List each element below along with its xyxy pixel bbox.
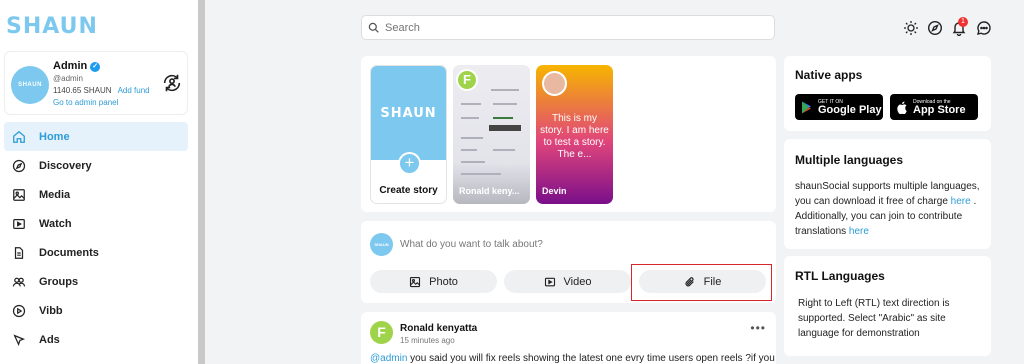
- brand-logo[interactable]: SHAUN: [6, 14, 98, 39]
- composer-prompt[interactable]: What do you want to talk about?: [400, 239, 543, 250]
- post-time[interactable]: 15 minutes ago: [400, 336, 455, 345]
- photo-label: Photo: [429, 275, 458, 288]
- native-apps-title: Native apps: [795, 68, 863, 82]
- balance-value: 1140.65 SHAUN: [53, 86, 112, 95]
- languages-title: Multiple languages: [795, 153, 904, 167]
- sidebar-item-label: Watch: [39, 217, 72, 230]
- sidebar-item-home[interactable]: Home: [4, 122, 188, 151]
- video-label: Video: [563, 275, 592, 288]
- rtl-card: RTL Languages Right to Left (RTL) text d…: [784, 256, 991, 356]
- feed-post: F Ronald kenyatta 15 minutes ago ••• @ad…: [361, 312, 776, 364]
- languages-text: shaunSocial supports multiple languages,…: [795, 179, 982, 239]
- post-body: you said you will fix reels showing the …: [407, 353, 775, 364]
- file-button-highlight: [631, 264, 772, 301]
- search-bar[interactable]: [361, 15, 775, 40]
- story-ronald[interactable]: F Ronald keny...: [453, 65, 530, 204]
- sidebar-nav: Home Discovery Media Watch Documents Gro…: [4, 122, 188, 354]
- home-icon: [13, 130, 25, 143]
- sidebar: SHAUN SHAUN Admin ✓ @admin 1140.65 SHAUN A…: [0, 0, 198, 364]
- create-story-logo: SHAUN: [371, 66, 446, 160]
- apple-icon: [897, 100, 907, 114]
- profile-card: SHAUN Admin ✓ @admin 1140.65 SHAUN Add fun…: [4, 51, 188, 115]
- post-avatar[interactable]: F: [370, 321, 393, 344]
- sidebar-item-label: Home: [39, 130, 70, 143]
- post-mention[interactable]: @admin: [370, 353, 407, 364]
- app-store-button[interactable]: Download on the App Store: [890, 94, 978, 120]
- sun-icon[interactable]: [903, 20, 919, 36]
- groups-icon: [12, 277, 26, 287]
- document-icon: [14, 246, 24, 259]
- post-text: @admin you said you will fix reels showi…: [370, 353, 775, 364]
- photo-button[interactable]: Photo: [370, 270, 497, 293]
- notification-badge: 1: [958, 17, 968, 27]
- sidebar-item-discovery[interactable]: Discovery: [4, 151, 188, 180]
- avatar: SHAUN: [370, 233, 393, 256]
- video-icon: [544, 277, 555, 286]
- video-button[interactable]: Video: [504, 270, 631, 293]
- native-apps-card: Native apps GET IT ON Google Play Downloa…: [784, 56, 991, 131]
- image-icon: [410, 276, 421, 287]
- sidebar-item-watch[interactable]: Watch: [4, 209, 188, 238]
- create-story-card[interactable]: SHAUN + Create story: [370, 65, 447, 204]
- sidebar-item-ads[interactable]: Ads: [4, 325, 188, 354]
- translate-here-link[interactable]: here: [849, 226, 869, 237]
- plus-icon[interactable]: +: [398, 152, 421, 175]
- sidebar-item-label: Documents: [39, 246, 99, 259]
- story-devin[interactable]: This is my story. I am here to test a st…: [536, 65, 613, 204]
- rtl-text: Right to Left (RTL) text direction is su…: [798, 298, 950, 339]
- sidebar-item-label: Ads: [39, 333, 60, 346]
- chat-icon[interactable]: [976, 20, 992, 36]
- compass-icon: [12, 159, 26, 172]
- sidebar-item-label: Media: [39, 188, 71, 201]
- profile-handle: @admin: [53, 74, 83, 83]
- story-avatar: [542, 71, 567, 96]
- compass-icon[interactable]: [927, 20, 943, 36]
- create-story-label: Create story: [379, 185, 438, 196]
- languages-card: Multiple languages shaunSocial supports …: [784, 139, 991, 249]
- add-fund-link[interactable]: Add fund: [118, 86, 150, 95]
- sidebar-item-vibb[interactable]: Vibb: [4, 296, 188, 325]
- profile-name-row: Admin ✓: [53, 60, 101, 72]
- google-play-icon: [802, 101, 811, 113]
- admin-panel-link[interactable]: Go to admin panel: [53, 98, 118, 107]
- profile-name[interactable]: Admin: [53, 60, 87, 72]
- post-author[interactable]: Ronald kenyatta: [400, 323, 477, 334]
- more-options-icon[interactable]: •••: [750, 321, 766, 335]
- profile-balance-row: 1140.65 SHAUN Add fund: [53, 86, 150, 95]
- video-icon: [13, 218, 25, 229]
- sidebar-item-label: Groups: [39, 275, 79, 288]
- story-author-name: Ronald keny...: [459, 186, 520, 196]
- story-avatar: F: [456, 69, 478, 91]
- ads-icon: [13, 333, 26, 346]
- search-input[interactable]: [385, 21, 755, 34]
- sidebar-item-label: Discovery: [39, 159, 92, 172]
- search-icon: [368, 22, 379, 33]
- verified-icon: ✓: [90, 62, 101, 72]
- apple-big-text: App Store: [913, 103, 966, 116]
- download-here-link[interactable]: here: [951, 196, 971, 207]
- image-icon: [13, 188, 25, 201]
- story-author-name: Devin: [542, 186, 567, 196]
- sidebar-item-media[interactable]: Media: [4, 180, 188, 209]
- sidebar-item-label: Vibb: [39, 304, 63, 317]
- story-text: This is my story. I am here to test a st…: [540, 113, 609, 160]
- avatar[interactable]: SHAUN: [11, 66, 49, 104]
- vibb-icon: [12, 304, 26, 317]
- sidebar-item-documents[interactable]: Documents: [4, 238, 188, 267]
- sidebar-item-groups[interactable]: Groups: [4, 267, 188, 296]
- stories-card: SHAUN + Create story F Ronald keny... Th…: [361, 56, 776, 212]
- google-play-button[interactable]: GET IT ON Google Play: [795, 94, 883, 120]
- switch-account-icon[interactable]: [161, 72, 183, 94]
- google-big-text: Google Play: [818, 103, 882, 116]
- sidebar-scrollbar[interactable]: [198, 0, 205, 364]
- rtl-title: RTL Languages: [795, 269, 885, 283]
